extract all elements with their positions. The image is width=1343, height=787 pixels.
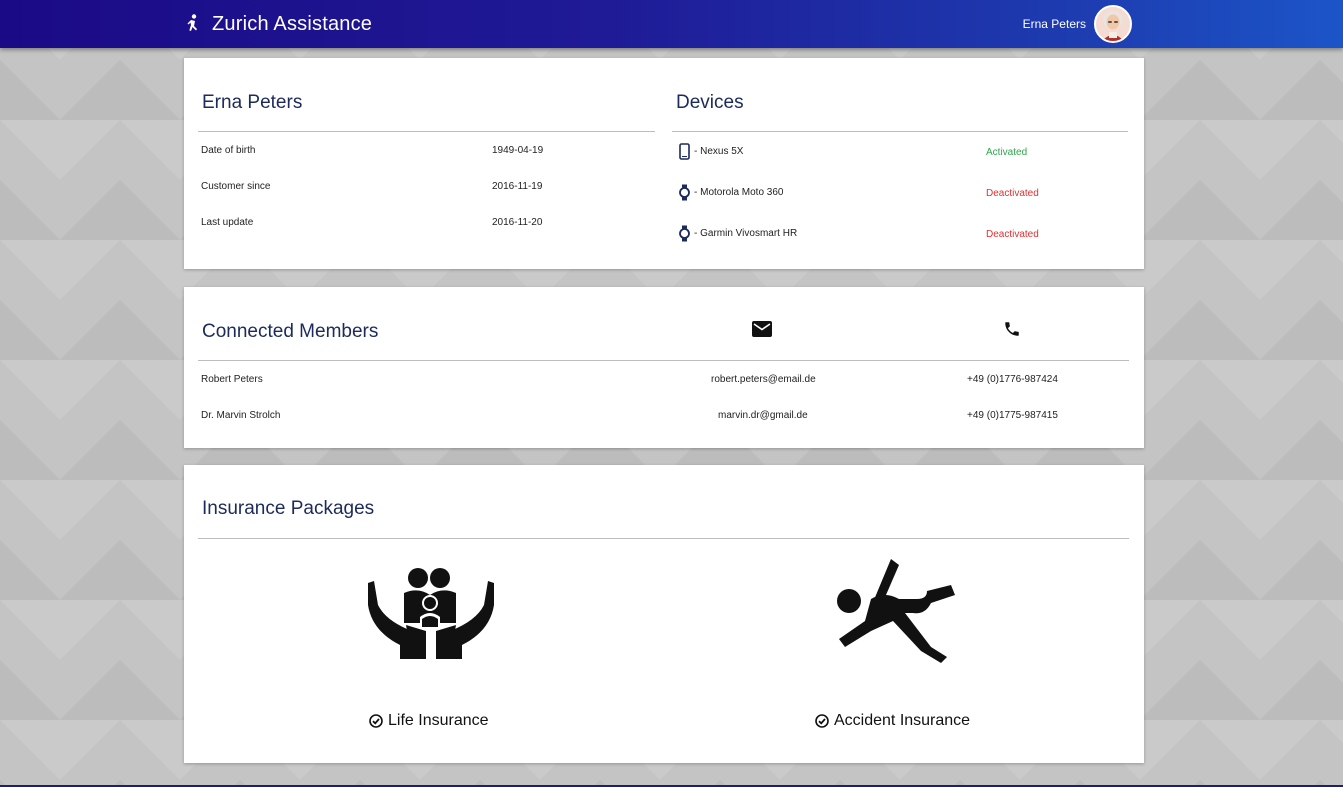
- device-row[interactable]: - Motorola Moto 360: [679, 184, 784, 201]
- device-row[interactable]: - Nexus 5X: [679, 143, 743, 160]
- device-name: - Motorola Moto 360: [694, 187, 784, 198]
- member-name: Robert Peters: [201, 374, 263, 385]
- running-person-icon: [187, 14, 197, 31]
- family-hands-icon[interactable]: [366, 565, 496, 661]
- profile-card: Erna Peters Date of birth 1949-04-19 Cus…: [184, 58, 1144, 269]
- watch-icon: [679, 225, 690, 242]
- member-phone[interactable]: +49 (0)1775-987415: [967, 410, 1058, 421]
- last-update-label: Last update: [201, 217, 254, 228]
- dob-value: 1949-04-19: [492, 145, 544, 156]
- avatar[interactable]: [1094, 5, 1132, 43]
- devices-heading: Devices: [676, 92, 744, 113]
- member-phone[interactable]: +49 (0)1776-987424: [967, 374, 1058, 385]
- member-name: Dr. Marvin Strolch: [201, 410, 281, 421]
- device-row[interactable]: - Garmin Vivosmart HR: [679, 225, 797, 242]
- avatar-image: [1096, 7, 1130, 41]
- brand[interactable]: Zurich Assistance: [184, 11, 372, 37]
- phone-icon: [1005, 322, 1019, 336]
- member-email[interactable]: robert.peters@email.de: [711, 374, 816, 385]
- device-name: - Garmin Vivosmart HR: [694, 228, 798, 239]
- customer-since-label: Customer since: [201, 181, 271, 192]
- last-update-value: 2016-11-20: [492, 217, 543, 228]
- device-status: Deactivated: [986, 188, 1039, 199]
- smartphone-icon: [679, 143, 690, 160]
- dob-label: Date of birth: [201, 145, 256, 156]
- check-circle-icon: [369, 714, 383, 728]
- device-status: Activated: [986, 147, 1028, 158]
- device-name: - Nexus 5X: [694, 146, 744, 157]
- user-menu[interactable]: Erna Peters: [1023, 5, 1132, 43]
- accident-insurance-label[interactable]: Accident Insurance: [815, 712, 970, 730]
- accident-insurance-text: Accident Insurance: [834, 712, 971, 729]
- profile-heading: Erna Peters: [202, 92, 303, 113]
- check-circle-icon: [815, 714, 829, 728]
- connected-members-card: Connected Members Robert Peters robert.p…: [184, 287, 1144, 448]
- member-email[interactable]: marvin.dr@gmail.de: [718, 410, 808, 421]
- divider: [198, 360, 1129, 361]
- life-insurance-text: Life Insurance: [388, 712, 489, 729]
- top-app-bar: Zurich Assistance Erna Peters: [0, 0, 1343, 48]
- watch-icon: [679, 184, 690, 201]
- insurance-packages-card: Insurance Packages Life Insurance Accide: [184, 465, 1144, 763]
- email-icon: [752, 321, 772, 337]
- divider: [198, 538, 1129, 539]
- falling-person-icon[interactable]: [835, 555, 959, 663]
- life-insurance-label[interactable]: Life Insurance: [369, 712, 489, 730]
- divider: [672, 131, 1128, 132]
- device-status: Deactivated: [986, 229, 1039, 240]
- app-title: Zurich Assistance: [212, 12, 373, 35]
- user-name: Erna Peters: [1022, 17, 1086, 31]
- divider: [198, 131, 655, 132]
- members-heading: Connected Members: [202, 321, 379, 342]
- insurance-heading: Insurance Packages: [202, 498, 375, 519]
- customer-since-value: 2016-11-19: [492, 181, 543, 192]
